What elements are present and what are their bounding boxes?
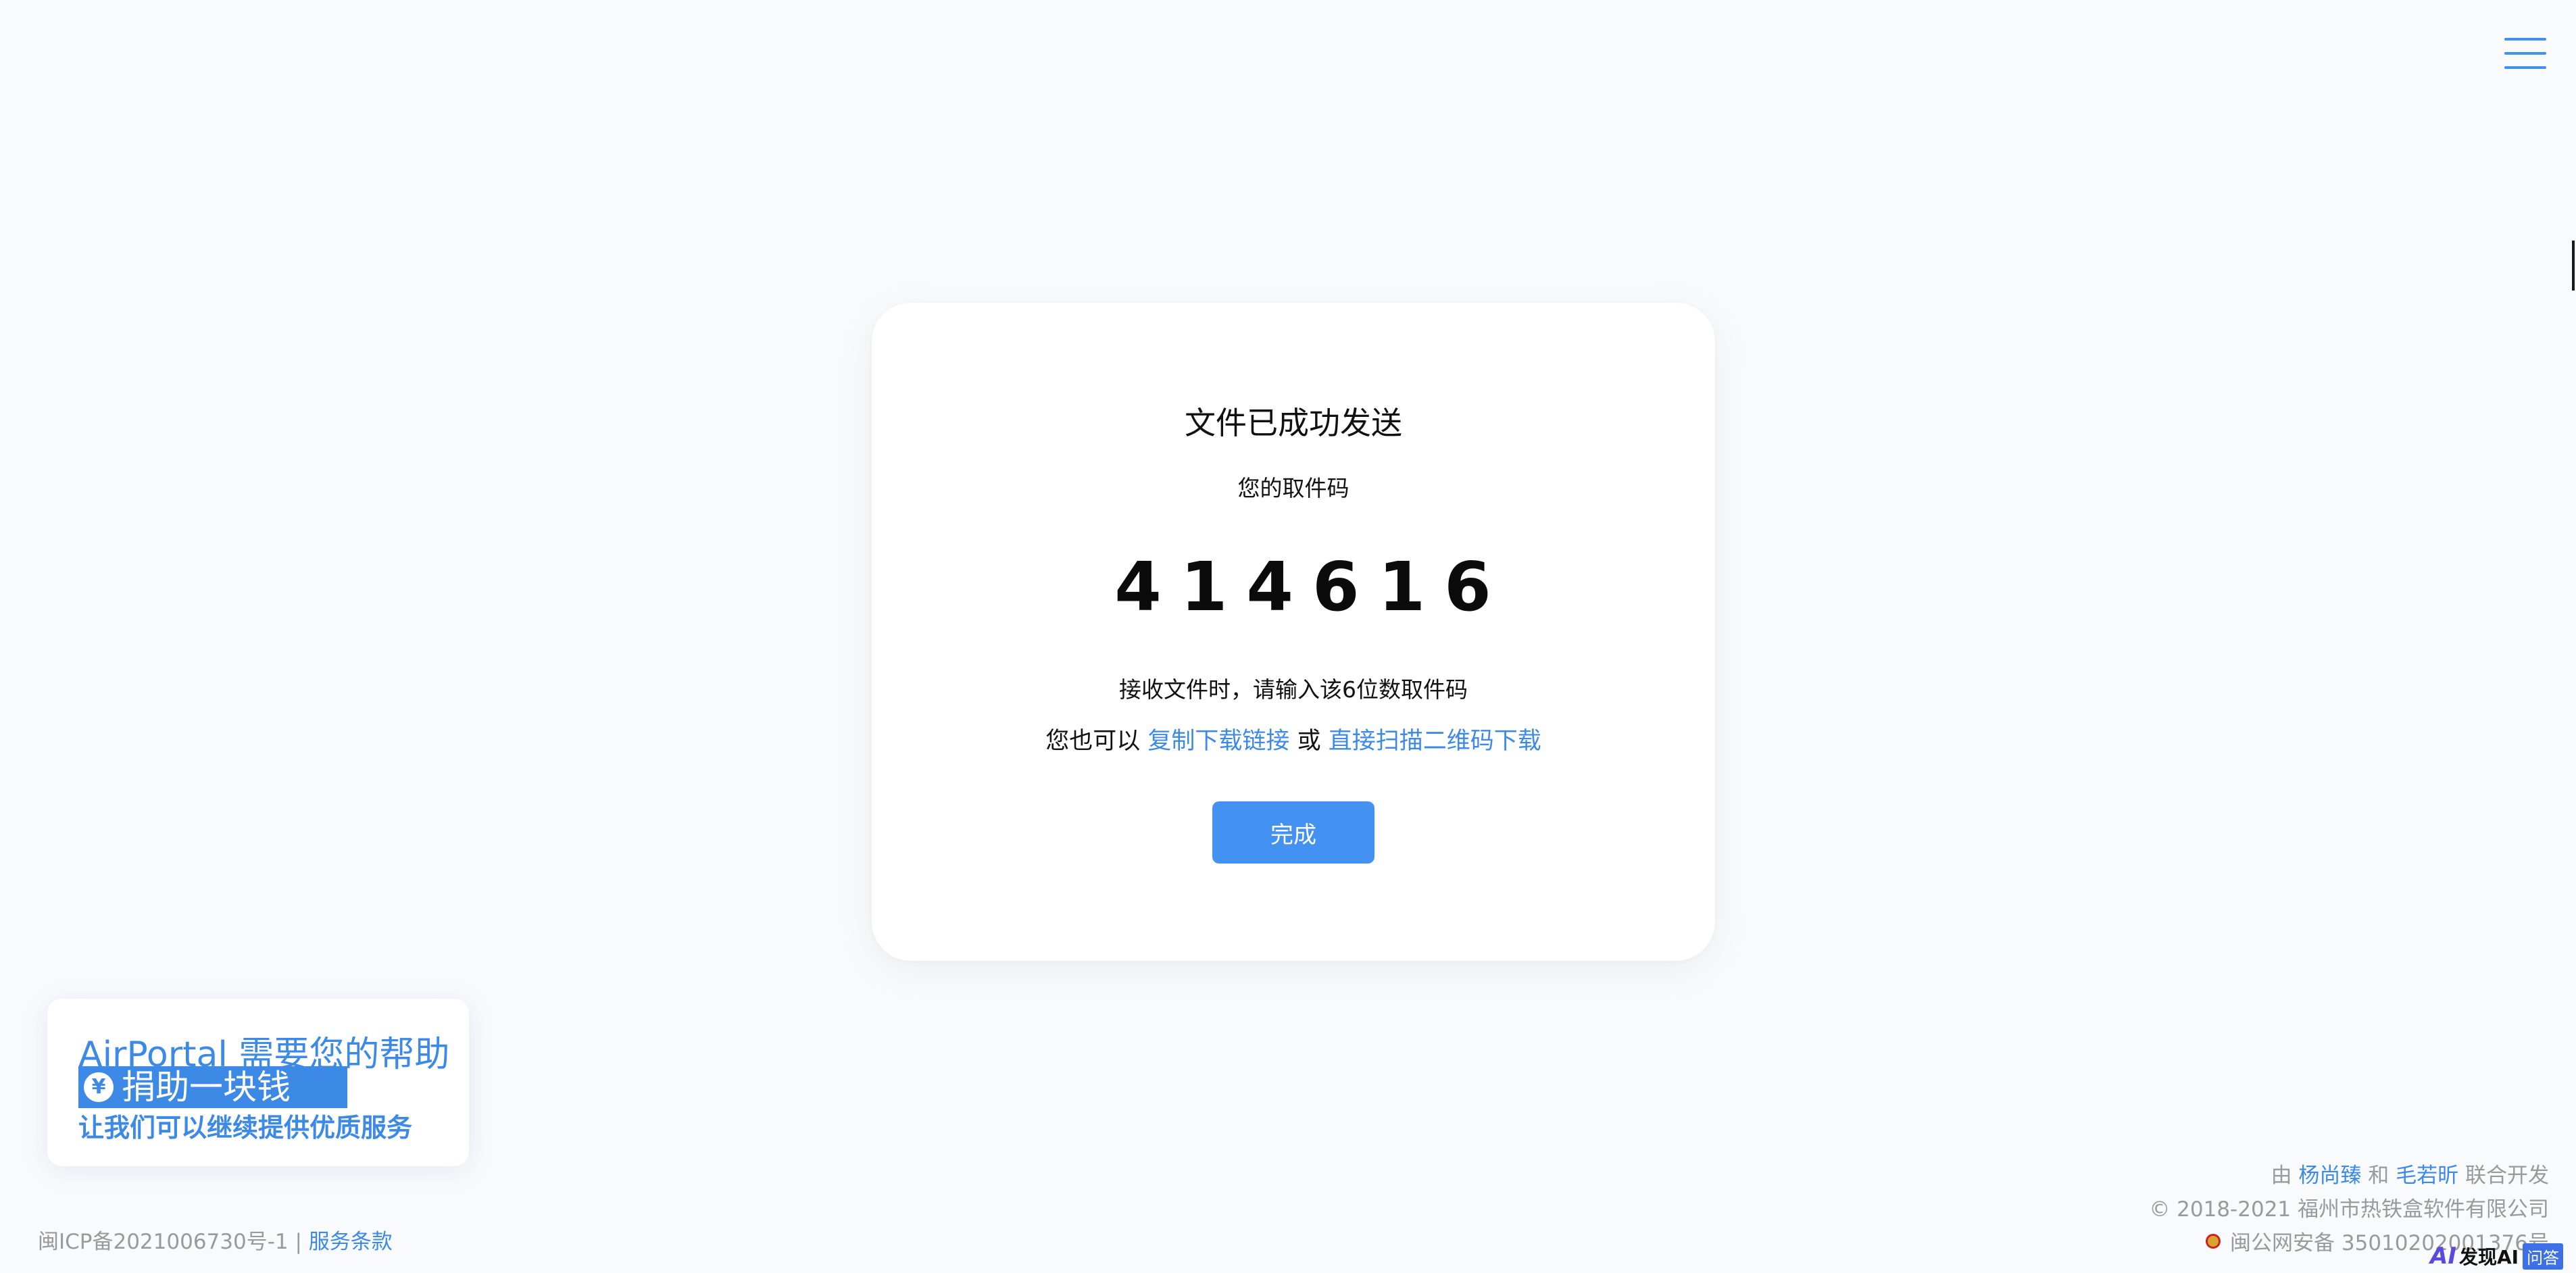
developer-link-2[interactable]: 毛若昕 [2396, 1164, 2458, 1188]
done-button[interactable]: 完成 [1212, 801, 1374, 864]
police-badge-icon [2206, 1233, 2221, 1249]
menu-bar [2504, 66, 2546, 69]
copyright: © 2018-2021 福州市热铁盒软件有限公司 [2149, 1197, 2549, 1222]
menu-bar [2504, 52, 2546, 55]
hamburger-menu-icon[interactable] [2500, 34, 2549, 74]
icp-record[interactable]: 闽ICP备2021006730号-1 [38, 1230, 289, 1254]
scan-qr-link[interactable]: 直接扫描二维码下载 [1329, 728, 1541, 755]
dev-prefix: 由 [2271, 1164, 2292, 1188]
terms-link[interactable]: 服务条款 [309, 1230, 393, 1254]
watermark-qa: 问答 [2523, 1243, 2564, 1270]
copy-download-link[interactable]: 复制下载链接 [1147, 728, 1289, 755]
page-title: 文件已成功发送 [1185, 405, 1402, 441]
donate-button-label: 捐助一块钱 [122, 1068, 291, 1107]
yen-icon: ¥ [84, 1072, 114, 1102]
donate-panel[interactable]: AirPortal 需要您的帮助 ¥ 捐助一块钱 让我们可以继续提供优质服务 [47, 999, 469, 1166]
alternative-options: 您也可以 复制下载链接 或 直接扫描二维码下载 [872, 722, 1715, 756]
ai-logo-icon: AI [2430, 1243, 2456, 1270]
pickup-code-label: 您的取件码 [1237, 475, 1349, 501]
footer-left: 闽ICP备2021006730号-1 | 服务条款 [38, 1224, 393, 1255]
scroll-edge-indicator [2572, 241, 2575, 291]
dev-and: 和 [2368, 1164, 2389, 1188]
pickup-hint: 接收文件时，请输入该6位数取件码 [1119, 676, 1468, 703]
alt-prefix: 您也可以 [1045, 728, 1141, 755]
watermark-text: 发现AI [2458, 1246, 2519, 1268]
donate-button[interactable]: ¥ 捐助一块钱 [78, 1066, 347, 1108]
watermark-logo: AI 发现AI 问答 [2430, 1242, 2564, 1270]
alt-or: 或 [1297, 728, 1321, 755]
dev-suffix: 联合开发 [2465, 1164, 2549, 1188]
footer-separator: | [295, 1230, 302, 1254]
developer-credit: 由 杨尚臻 和 毛若昕 联合开发 [2271, 1158, 2549, 1189]
developer-link-1[interactable]: 杨尚臻 [2298, 1164, 2361, 1188]
menu-bar [2504, 38, 2546, 41]
pickup-code: 414616 [1114, 547, 1510, 626]
donate-subtitle: 让我们可以继续提供优质服务 [78, 1113, 413, 1143]
